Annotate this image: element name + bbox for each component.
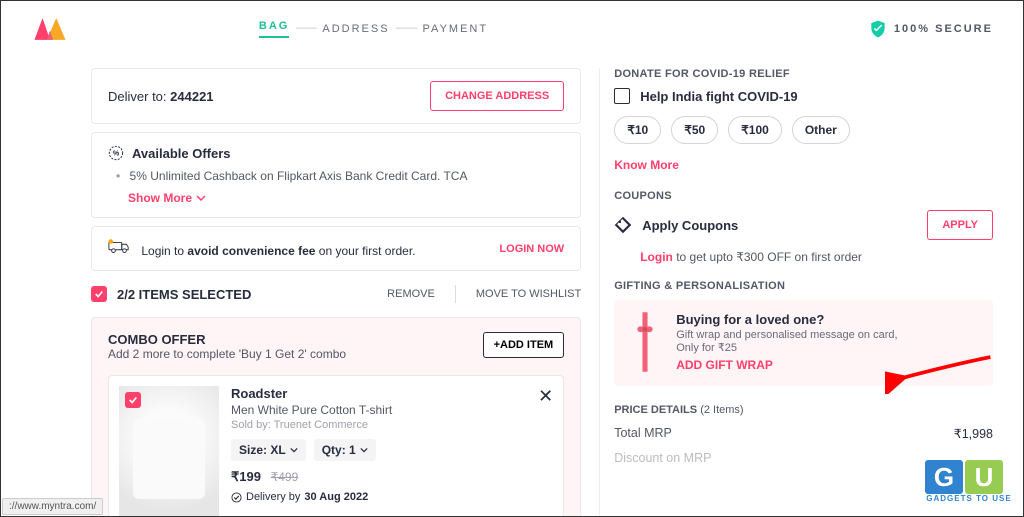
gift-section-title: GIFTING & PERSONALISATION bbox=[614, 280, 993, 292]
product-name: Men White Pure Cotton T-shirt bbox=[231, 403, 392, 417]
coupons-section: COUPONS Apply Coupons APPLY Login to get… bbox=[614, 190, 993, 264]
price-details-section: PRICE DETAILS (2 Items) Total MRP ₹1,998… bbox=[614, 402, 993, 465]
annotation-arrow bbox=[885, 344, 995, 394]
donate-section: DONATE FOR COVID-19 RELIEF Help India fi… bbox=[614, 68, 993, 174]
apply-coupon-button[interactable]: APPLY bbox=[927, 210, 993, 240]
donate-title: DONATE FOR COVID-19 RELIEF bbox=[614, 68, 993, 80]
combo-title: COMBO OFFER bbox=[108, 332, 346, 347]
offers-title: Available Offers bbox=[132, 146, 231, 161]
show-more-link[interactable]: Show More bbox=[108, 191, 564, 205]
gift-section: GIFTING & PERSONALISATION Buying for a l… bbox=[614, 280, 993, 386]
selection-row: 2/2 ITEMS SELECTED REMOVE MOVE TO WISHLI… bbox=[91, 279, 581, 309]
check-icon bbox=[94, 289, 104, 299]
discount-label: Discount on MRP bbox=[614, 451, 711, 465]
chevron-down-icon bbox=[360, 446, 368, 454]
logo bbox=[31, 15, 69, 43]
step-payment[interactable]: PAYMENT bbox=[423, 23, 489, 35]
gift-bow-icon bbox=[628, 312, 662, 372]
svg-text:%: % bbox=[113, 149, 120, 158]
donate-label: Help India fight COVID-19 bbox=[640, 89, 797, 104]
remove-product-button[interactable]: ✕ bbox=[538, 386, 553, 407]
check-icon bbox=[128, 395, 138, 405]
deliver-pincode: 244221 bbox=[170, 89, 213, 104]
apply-coupons-label: Apply Coupons bbox=[642, 218, 738, 233]
product-image bbox=[119, 386, 219, 516]
donate-checkbox[interactable] bbox=[614, 88, 630, 104]
deliver-card: Deliver to: 244221 CHANGE ADDRESS bbox=[91, 68, 581, 124]
status-url: ://www.myntra.com/ bbox=[2, 498, 103, 515]
total-mrp-value: ₹1,998 bbox=[954, 426, 993, 441]
add-gift-wrap-button[interactable]: ADD GIFT WRAP bbox=[676, 358, 773, 372]
step-bag[interactable]: BAG bbox=[259, 20, 289, 38]
product-brand: Roadster bbox=[231, 386, 392, 401]
offer-icon: % bbox=[108, 145, 124, 161]
product-checkbox[interactable] bbox=[125, 392, 141, 408]
remove-link[interactable]: REMOVE bbox=[387, 288, 435, 300]
login-now-link[interactable]: LOGIN NOW bbox=[499, 243, 564, 255]
gift-subtitle: Gift wrap and personalised message on ca… bbox=[676, 329, 897, 341]
qty-selector[interactable]: Qty: 1 bbox=[314, 439, 376, 461]
product-mrp: ₹499 bbox=[271, 470, 299, 484]
product-seller: Sold by: Truenet Commerce bbox=[231, 419, 392, 431]
product-card: Roadster Men White Pure Cotton T-shirt S… bbox=[108, 375, 564, 516]
step-address[interactable]: ADDRESS bbox=[322, 23, 389, 35]
shield-icon bbox=[868, 19, 888, 39]
total-mrp-label: Total MRP bbox=[614, 426, 672, 441]
select-all-checkbox[interactable] bbox=[91, 286, 107, 302]
chevron-down-icon bbox=[290, 446, 298, 454]
product-price: ₹199 bbox=[231, 469, 261, 484]
chevron-down-icon bbox=[196, 193, 206, 203]
coupon-login-link[interactable]: Login bbox=[640, 250, 673, 264]
deliver-label: Deliver to: bbox=[108, 89, 167, 104]
donate-amount-50[interactable]: ₹50 bbox=[671, 116, 718, 144]
combo-subtitle: Add 2 more to complete 'Buy 1 Get 2' com… bbox=[108, 347, 346, 361]
offer-text: 5% Unlimited Cashback on Flipkart Axis B… bbox=[108, 169, 564, 183]
offers-card: % Available Offers 5% Unlimited Cashback… bbox=[91, 132, 581, 218]
move-wishlist-link[interactable]: MOVE TO WISHLIST bbox=[476, 288, 581, 300]
check-circle-icon bbox=[231, 492, 242, 503]
know-more-link[interactable]: Know More bbox=[614, 158, 679, 172]
change-address-button[interactable]: CHANGE ADDRESS bbox=[430, 81, 564, 111]
gift-price: Only for ₹25 bbox=[676, 341, 897, 354]
price-details-title: PRICE DETAILS bbox=[614, 404, 697, 416]
secure-badge: 100% SECURE bbox=[868, 19, 993, 39]
login-card: Login to avoid convenience fee on your f… bbox=[91, 226, 581, 271]
truck-icon bbox=[108, 239, 130, 255]
watermark-logo: GU GADGETS TO USE bbox=[925, 460, 1013, 508]
coupons-title: COUPONS bbox=[614, 190, 993, 202]
delivery-date: 30 Aug 2022 bbox=[304, 491, 368, 503]
combo-card: COMBO OFFER Add 2 more to complete 'Buy … bbox=[91, 317, 581, 516]
donate-amount-100[interactable]: ₹100 bbox=[728, 116, 782, 144]
add-item-button[interactable]: +ADD ITEM bbox=[483, 332, 565, 358]
size-selector[interactable]: Size: XL bbox=[231, 439, 306, 461]
tag-icon bbox=[614, 216, 632, 234]
donate-amount-10[interactable]: ₹10 bbox=[614, 116, 661, 144]
selection-count: 2/2 ITEMS SELECTED bbox=[117, 287, 251, 302]
donate-amount-other[interactable]: Other bbox=[792, 116, 850, 144]
header: BAG --------- ADDRESS --------- PAYMENT … bbox=[1, 1, 1023, 56]
gift-title: Buying for a loved one? bbox=[676, 312, 897, 327]
